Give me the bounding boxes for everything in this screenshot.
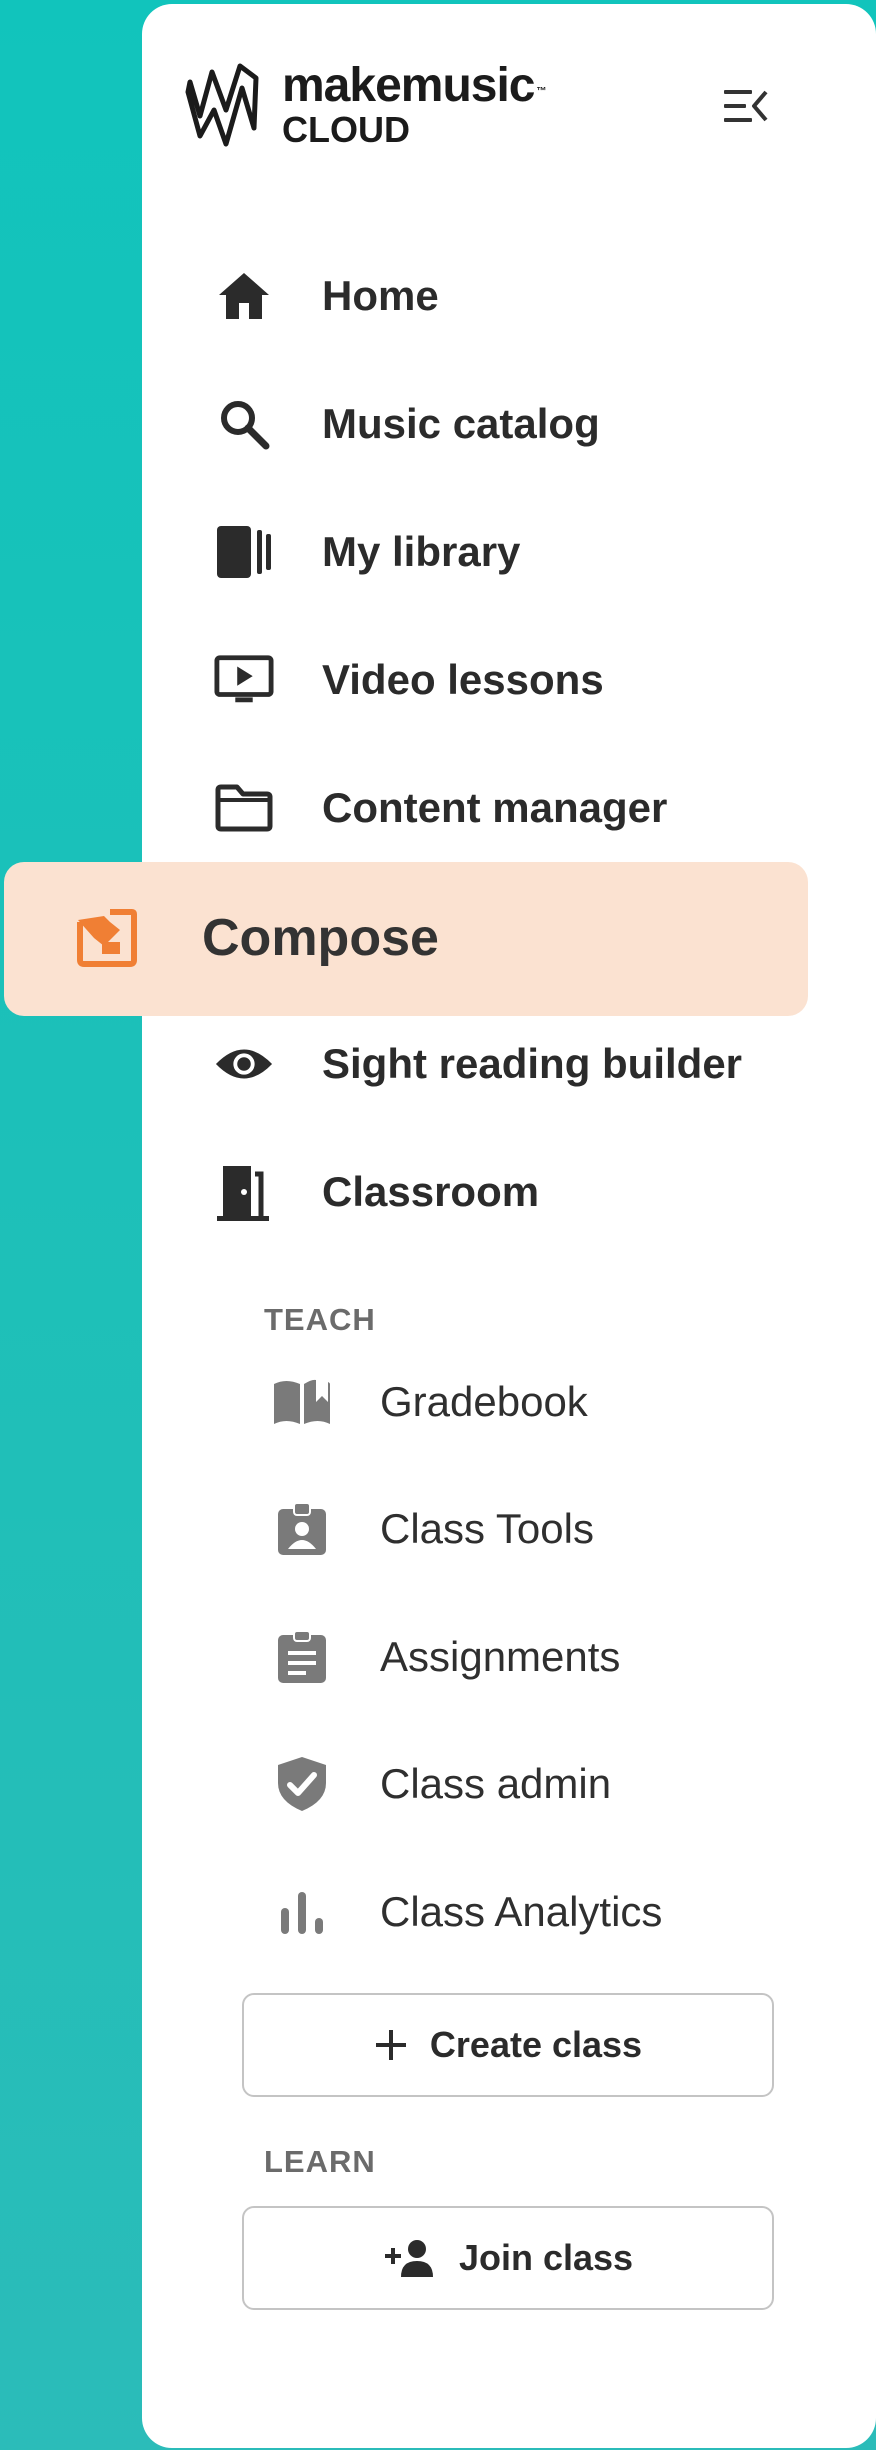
bar-chart-icon [272, 1882, 332, 1942]
nav-class-analytics[interactable]: Class Analytics [142, 1867, 802, 1957]
badge-icon [272, 1499, 332, 1559]
video-lesson-icon [214, 650, 274, 710]
nav-home[interactable]: Home [142, 246, 802, 346]
nav-assignments-label: Assignments [380, 1633, 621, 1680]
nav-class-analytics-label: Class Analytics [380, 1888, 663, 1935]
teach-heading: TEACH [264, 1302, 376, 1337]
nav-video-lessons[interactable]: Video lessons [142, 630, 802, 730]
nav-music-catalog-label: Music catalog [322, 400, 600, 447]
nav-class-admin[interactable]: Class admin [142, 1739, 802, 1829]
nav-classroom[interactable]: Classroom [142, 1142, 802, 1242]
brand-trademark: ™ [536, 86, 547, 97]
book-icon [272, 1372, 332, 1432]
nav-gradebook-label: Gradebook [380, 1378, 588, 1425]
create-class-label: Create class [429, 2024, 643, 2065]
brand-line1: makemusic [282, 59, 535, 112]
nav-my-library[interactable]: My library [142, 502, 802, 602]
nav-sight-reading-builder[interactable]: Sight reading builder [142, 1014, 802, 1114]
nav-content-manager-label: Content manager [322, 784, 668, 831]
clipboard-icon [272, 1627, 332, 1687]
brand-logo[interactable]: makemusic ™ CLOUD [182, 58, 547, 150]
learn-heading: LEARN [264, 2144, 376, 2179]
eye-icon [214, 1034, 274, 1094]
nav-class-tools-label: Class Tools [380, 1505, 594, 1552]
nav-class-tools[interactable]: Class Tools [142, 1484, 802, 1574]
collapse-menu-icon[interactable] [722, 84, 770, 128]
folder-icon [214, 778, 274, 838]
nav-class-admin-label: Class admin [380, 1760, 612, 1807]
shield-check-icon [272, 1754, 332, 1814]
search-icon [214, 394, 274, 454]
nav-gradebook[interactable]: Gradebook [142, 1357, 802, 1447]
nav-sight-reading-label: Sight reading builder [322, 1040, 743, 1087]
join-class-button[interactable]: Join class [242, 2206, 774, 2310]
add-person-icon [384, 2240, 433, 2277]
join-class-label: Join class [458, 2237, 634, 2278]
brand-wordmark: makemusic ™ CLOUD [282, 59, 547, 150]
nav-video-lessons-label: Video lessons [322, 656, 604, 703]
plus-icon [375, 2030, 406, 2060]
compose-icon [77, 909, 137, 967]
makemusic-logo-icon [185, 63, 259, 147]
nav-music-catalog[interactable]: Music catalog [142, 374, 802, 474]
nav-my-library-label: My library [322, 528, 521, 575]
home-icon [214, 266, 274, 326]
brand-line2: CLOUD [282, 109, 410, 150]
nav-home-label: Home [322, 272, 439, 319]
door-icon [214, 1162, 274, 1222]
nav-compose-label: Compose [202, 909, 439, 967]
nav-assignments[interactable]: Assignments [142, 1612, 802, 1702]
library-icon [214, 522, 274, 582]
nav-content-manager[interactable]: Content manager [142, 758, 802, 858]
create-class-button[interactable]: Create class [242, 1993, 774, 2097]
nav-classroom-label: Classroom [322, 1168, 540, 1215]
